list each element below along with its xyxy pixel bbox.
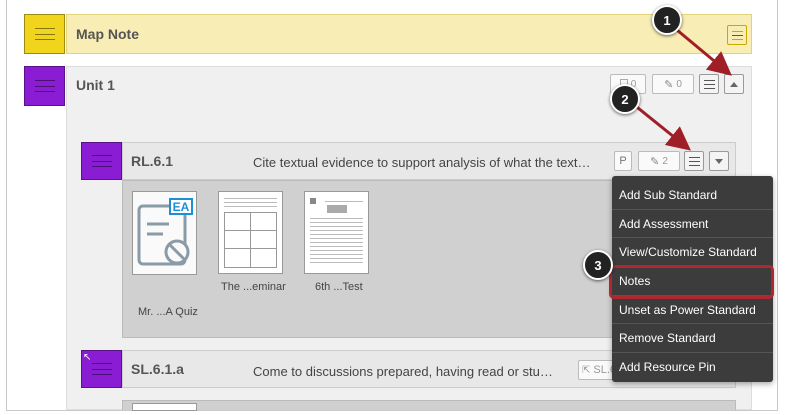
- callout-1: 1: [652, 5, 682, 35]
- callout-2: 2: [610, 84, 640, 114]
- callout-arrows: [632, 28, 732, 151]
- callout-3: 3: [583, 250, 613, 280]
- callout-arrow-1: [676, 28, 732, 76]
- callout-arrow-2: [632, 102, 692, 151]
